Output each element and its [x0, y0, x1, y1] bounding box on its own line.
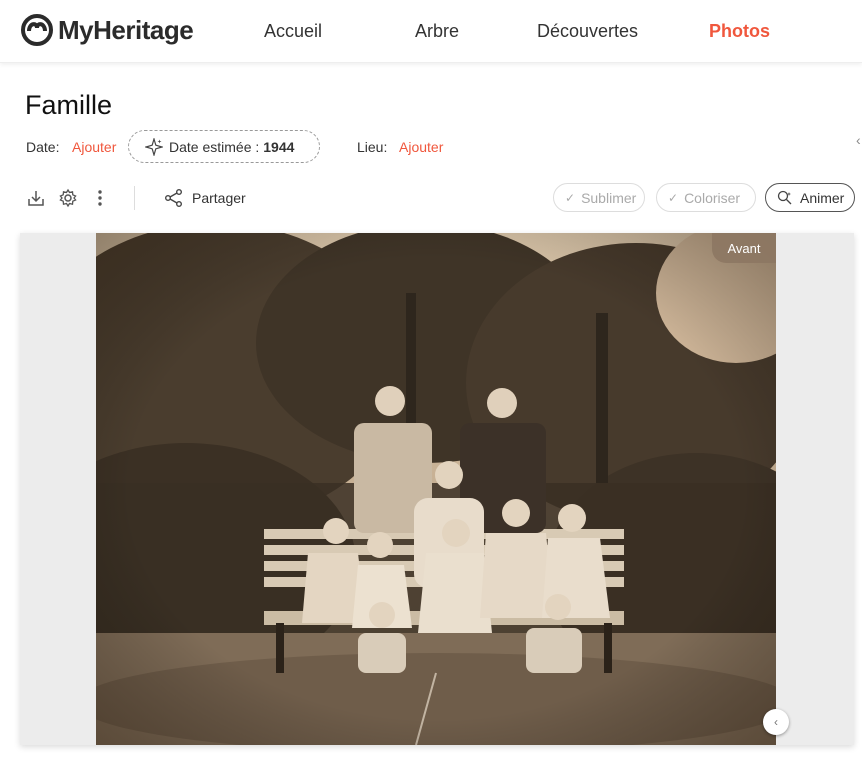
place-label: Lieu:	[357, 139, 388, 155]
colorize-label: Coloriser	[684, 189, 741, 206]
myheritage-logo[interactable]: MyHeritage	[20, 14, 194, 46]
animate-label: Animer	[800, 189, 845, 206]
colorize-button[interactable]: ✓ Coloriser	[656, 183, 756, 212]
share-icon	[165, 189, 182, 207]
photo-title[interactable]: Famille	[25, 90, 112, 121]
date-label: Date:	[26, 139, 60, 155]
nav-item-photos[interactable]: Photos	[709, 21, 770, 42]
toolbar-divider	[134, 186, 135, 210]
chevron-left-icon: ‹	[774, 715, 778, 729]
nav-item-accueil[interactable]: Accueil	[264, 21, 322, 42]
enhance-button[interactable]: ✓ Sublimer	[553, 183, 645, 212]
brand-name: MyHeritage	[58, 14, 194, 45]
animate-button[interactable]: Animer	[765, 183, 855, 212]
share-button[interactable]: Partager	[164, 188, 246, 208]
photo-meta-row: Date: Ajouter Date estimée : 1944 Lieu: …	[0, 130, 862, 166]
top-navigation-bar: MyHeritage Accueil Arbre Découvertes Pho…	[0, 0, 862, 63]
photo-toolbar: Partager ✓ Sublimer ✓ Coloriser Animer	[0, 182, 862, 214]
add-place-link[interactable]: Ajouter	[399, 139, 443, 155]
estimated-date-value: 1944	[263, 138, 295, 155]
before-badge: Avant	[712, 233, 776, 263]
family-photo-image	[96, 233, 776, 745]
check-icon: ✓	[565, 190, 576, 205]
photo-viewer: Avant ‹	[20, 233, 854, 745]
chevron-left-icon[interactable]: ‹	[856, 132, 861, 148]
estimated-date-label: Date estimée :	[169, 138, 260, 155]
check-icon: ✓	[668, 190, 679, 205]
enhance-label: Sublimer	[581, 189, 637, 206]
more-vertical-icon[interactable]	[90, 188, 110, 208]
myheritage-logo-icon	[21, 14, 53, 46]
nav-item-decouvertes[interactable]: Découvertes	[537, 21, 638, 42]
share-label: Partager	[192, 190, 246, 206]
animate-face-icon	[777, 190, 792, 204]
nav-item-arbre[interactable]: Arbre	[415, 21, 459, 42]
download-icon[interactable]	[26, 188, 46, 208]
sparkle-icon	[145, 137, 163, 156]
comparison-slider-handle[interactable]: ‹	[763, 709, 789, 735]
family-photo[interactable]: Avant	[96, 233, 776, 745]
estimated-date-pill[interactable]: Date estimée : 1944	[128, 130, 320, 163]
gear-icon[interactable]	[58, 188, 78, 208]
add-date-link[interactable]: Ajouter	[72, 139, 116, 155]
